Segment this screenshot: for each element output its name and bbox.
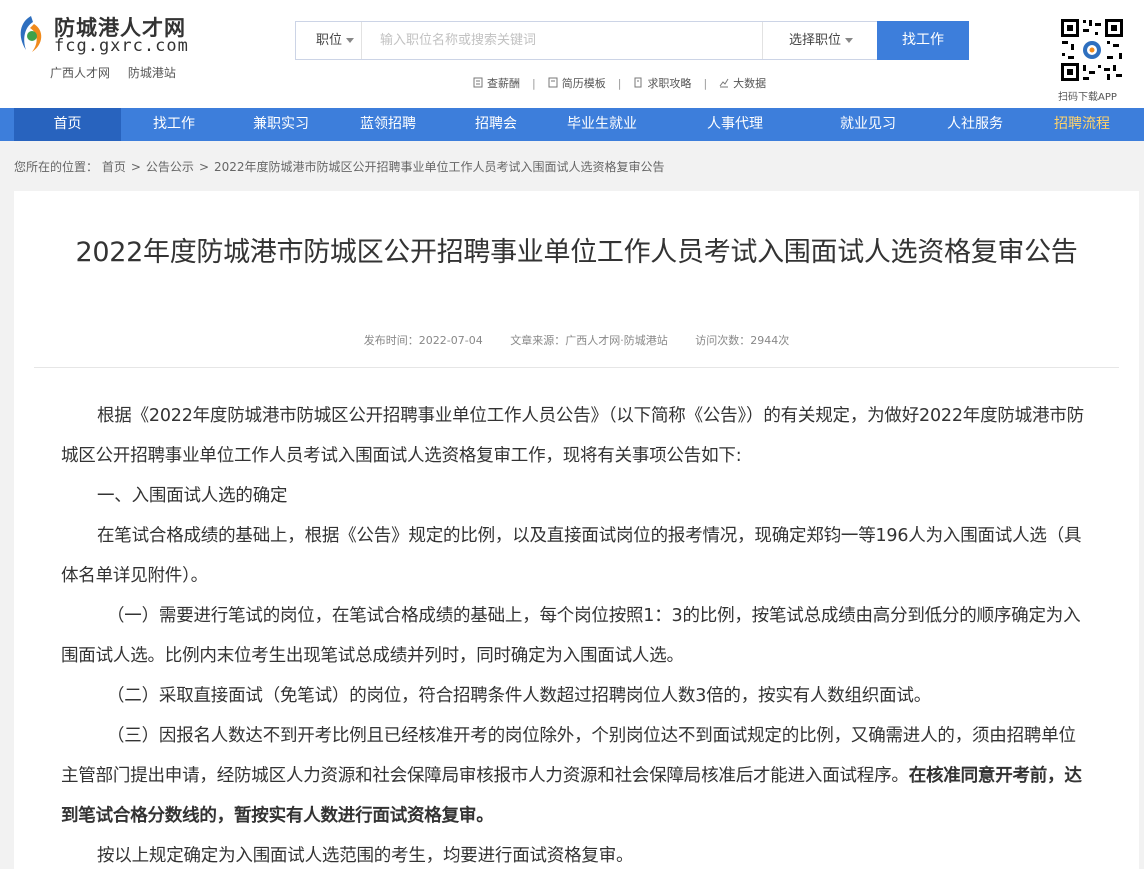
paragraph-item-1: （一）需要进行笔试的岗位，在笔试合格成绩的基础上，每个岗位按照1：3的比例，按笔… xyxy=(61,606,1081,666)
quick-link-resume-label: 简历模板 xyxy=(561,77,606,90)
article-body: 根据《2022年度防城港市防城区公开招聘事业单位工作人员公告》（以下简称《公告》… xyxy=(61,396,1091,869)
site-header: 防城港人才网 fcg.gxrc.com 广西人才网 防城港站 职位 选择职位 找… xyxy=(0,0,1144,108)
article-source: 文章来源：广西人才网·防城港站 xyxy=(510,334,668,347)
link-fcg-station[interactable]: 防城港站 xyxy=(128,66,176,80)
logo-mark-icon xyxy=(20,16,42,52)
nav-recruitment-process[interactable]: 招聘流程 xyxy=(1032,108,1132,141)
position-select-label: 选择职位 xyxy=(789,33,842,48)
quick-link-resume-template[interactable]: 简历模板 xyxy=(548,75,606,91)
publish-time: 发布时间：2022-07-04 xyxy=(363,334,483,347)
divider xyxy=(34,367,1119,368)
find-job-button[interactable]: 找工作 xyxy=(877,21,969,60)
quick-link-salary-label: 查薪酬 xyxy=(487,77,520,90)
breadcrumb-current[interactable]: 2022年度防城港市防城区公开招聘事业单位工作人员考试入围面试人选资格复审公告 xyxy=(214,160,665,174)
app-qr-code-icon[interactable] xyxy=(1059,17,1125,83)
nav-find-job[interactable]: 找工作 xyxy=(124,108,224,141)
nav-graduate-employment[interactable]: 毕业生就业 xyxy=(552,108,652,141)
link-gxrc[interactable]: 广西人才网 xyxy=(50,66,110,80)
nav-home[interactable]: 首页 xyxy=(14,108,121,141)
paragraph-closing: 按以上规定确定为入围面试人选范围的考生，均要进行面试资格复审。 xyxy=(97,846,634,866)
chart-icon xyxy=(719,78,729,88)
logo-url: fcg.gxrc.com xyxy=(54,36,189,56)
nav-hr-services[interactable]: 人社服务 xyxy=(925,108,1025,141)
chevron-down-icon xyxy=(845,38,854,43)
quick-link-guide-label: 求职攻略 xyxy=(647,77,692,90)
breadcrumb-home[interactable]: 首页 xyxy=(102,160,126,174)
quick-link-salary[interactable]: 查薪酬 xyxy=(473,75,520,91)
paragraph-item-2: （二）采取直接面试（免笔试）的岗位，符合招聘条件人数超过招聘岗位人数3倍的，按实… xyxy=(107,686,932,706)
nav-blue-collar[interactable]: 蓝领招聘 xyxy=(338,108,438,141)
logo-links: 广西人才网 防城港站 xyxy=(50,64,190,81)
breadcrumb: 您所在的位置： 首页 > 公告公示 >2022年度防城港市防城区公开招聘事业单位工作人… xyxy=(14,160,665,174)
breadcrumb-announcements[interactable]: 公告公示 xyxy=(146,160,194,174)
article-title: 2022年度防城港市防城区公开招聘事业单位工作人员考试入围面试人选资格复审公告 xyxy=(75,237,1078,268)
quick-link-big-data-label: 大数据 xyxy=(733,77,767,90)
search-bar: 职位 选择职位 找工作 xyxy=(295,21,969,60)
main-nav: 首页 找工作 兼职实习 蓝领招聘 招聘会 毕业生就业 人事代理 就业见习 人社服… xyxy=(0,108,1144,141)
qr-label: 扫码下载APP xyxy=(1058,92,1117,103)
guide-icon xyxy=(634,77,642,88)
search-input[interactable] xyxy=(363,22,761,59)
search-type-dropdown[interactable]: 职位 xyxy=(296,22,362,59)
search-type-label: 职位 xyxy=(316,33,343,48)
article-meta: 发布时间：2022-07-04 文章来源：广西人才网·防城港站 访问次数：294… xyxy=(14,332,1139,348)
site-logo[interactable]: 防城港人才网 fcg.gxrc.com 广西人才网 防城港站 xyxy=(14,12,194,82)
paragraph-item-3: （三）因报名人数达不到开考比例且已经核准开考的岗位除外，个别岗位达不到面试规定的… xyxy=(61,716,1091,836)
chevron-down-icon xyxy=(346,38,355,43)
paragraph-intro: 根据《2022年度防城港市防城区公开招聘事业单位工作人员公告》（以下简称《公告》… xyxy=(61,406,1084,466)
quick-link-guide[interactable]: 求职攻略 xyxy=(633,75,691,91)
article-panel: 2022年度防城港市防城区公开招聘事业单位工作人员考试入围面试人选资格复审公告 … xyxy=(14,191,1139,869)
nav-job-fair[interactable]: 招聘会 xyxy=(446,108,546,141)
section-heading-1: 一、入围面试人选的确定 xyxy=(97,486,288,506)
quick-links: 查薪酬 | 简历模板 | 求职攻略 | 大数据 xyxy=(473,75,766,91)
nav-employment-trainee[interactable]: 就业见习 xyxy=(818,108,918,141)
salary-icon xyxy=(473,77,483,88)
document-icon xyxy=(548,77,558,88)
breadcrumb-prefix: 您所在的位置： xyxy=(14,160,99,174)
position-select-dropdown[interactable]: 选择职位 xyxy=(762,22,877,59)
paragraph-1: 在笔试合格成绩的基础上，根据《公告》规定的比例，以及直接面试岗位的报考情况，现确… xyxy=(61,526,1082,586)
quick-link-big-data[interactable]: 大数据 xyxy=(719,75,766,91)
view-count: 访问次数：2944次 xyxy=(695,334,790,347)
nav-personnel-agency[interactable]: 人事代理 xyxy=(685,108,785,141)
nav-part-time-internship[interactable]: 兼职实习 xyxy=(231,108,331,141)
